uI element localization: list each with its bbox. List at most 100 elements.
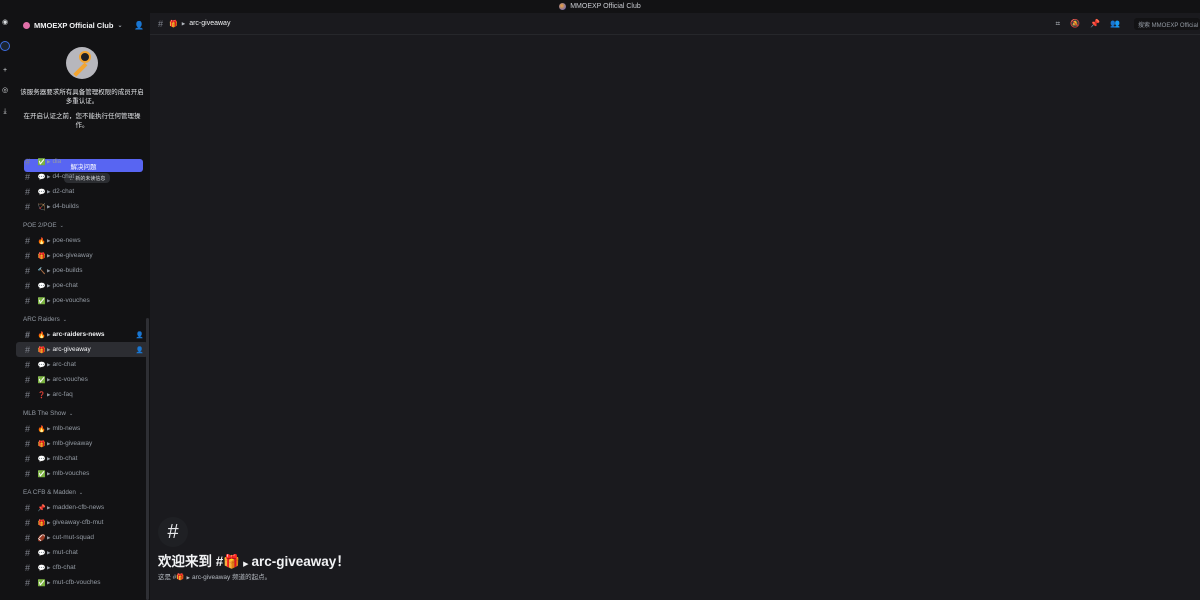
chevron-down-icon: ⌄ [68,410,74,417]
server-header[interactable]: MMOEXP Official Club ⌄ 👤 [14,13,150,37]
add-server-icon[interactable]: + [0,65,10,75]
channel-label: dia [52,158,62,165]
channel-arc-faq[interactable]: # ❓ ▶ arc-faq [16,387,148,402]
notice-text-1: 该服务器要求所有具备管理权限的成员开启多重认证。 [20,89,144,105]
channel-hash-icon: # [25,468,31,479]
channel-label: cfb-chat [52,564,76,571]
mfa-notice: 该服务器要求所有具备管理权限的成员开启多重认证。 在开启认证之前，您不能执行任何… [14,37,150,172]
channel-hash-icon: # [25,329,31,340]
arrow-icon: ▶ [47,470,51,476]
invite-icon[interactable]: 👤 [136,331,144,339]
search-input[interactable]: 搜索 MMOEXP Official C [1134,18,1200,30]
channel-emoji: 🏹 [37,203,46,211]
category-label: ARC Raiders [23,316,60,323]
channel-hash-icon: # [25,201,31,212]
server-avatar-icon [23,21,30,29]
server-icon[interactable] [0,41,10,51]
channel-emoji: 🔥 [37,237,46,245]
key-icon [66,47,98,79]
channel-poe-vouches[interactable]: # ✅ ▶ poe-vouches [16,293,148,308]
channel-mlb-news[interactable]: # 🔥 ▶ mlb-news [16,421,148,436]
channel-poe-giveaway[interactable]: # 🎁 ▶ poe-giveaway [16,248,148,263]
server-name: MMOEXP Official Club [34,20,114,30]
arrow-icon: ▶ [47,252,51,258]
channel-arc-raiders-news[interactable]: # 🔥 ▶ arc-raiders-news 👤 [16,327,148,342]
channel-label: madden-cfb-news [52,504,105,511]
channel-emoji: 🎁 [37,346,46,354]
channel-hash-icon: # [25,562,31,573]
category-header[interactable]: POE 2/POE ⌄ [14,218,150,233]
arrow-icon: ▶ [181,20,186,26]
channel-mlb-chat[interactable]: # 💬 ▶ mlb-chat [16,451,148,466]
arrow-icon: ▶ [47,267,51,273]
channel-emoji: ❓ [37,391,46,399]
app-logo-icon [559,3,567,10]
invite-people-icon[interactable]: 👤 [134,21,144,30]
chevron-down-icon: ⌄ [78,489,84,496]
channel-emoji: ✅ [37,158,46,166]
welcome-hash-icon: # [158,517,188,547]
channel-emoji: 🔥 [37,425,46,433]
arrow-icon: ▶ [47,534,51,540]
channel-poe-news[interactable]: # 🔥 ▶ poe-news [16,233,148,248]
category-header[interactable]: EA CFB & Madden ⌄ [14,485,150,500]
channel-cfb-chat[interactable]: # 💬 ▶ cfb-chat [16,560,148,575]
channel-hash-icon: # [25,250,31,261]
invite-icon[interactable]: 👤 [136,346,144,354]
channel-label: giveaway-cfb-mut [52,519,104,526]
channel-mlb-vouches[interactable]: # ✅ ▶ mlb-vouches [16,466,148,481]
channel-hash-icon: # [25,438,31,449]
channel-giveaway-cfb-mut[interactable]: # 🎁 ▶ giveaway-cfb-mut [16,515,148,530]
welcome-sub-emoji: 🎁 [176,574,185,581]
arrow-icon: ▶ [47,361,51,367]
channel-d4-builds[interactable]: # 🏹 ▶ d4-builds [16,199,148,214]
channel-emoji: 💬 [37,173,46,181]
download-icon[interactable]: ⤓ [0,107,10,117]
channel-emoji: 💬 [37,361,46,369]
channel-label: arc-raiders-news [52,331,105,338]
channel-arc-chat[interactable]: # 💬 ▶ arc-chat [16,357,148,372]
channel-poe-builds[interactable]: # 🔨 ▶ poe-builds [16,263,148,278]
category-header[interactable]: ARC Raiders ⌄ [14,312,150,327]
channel-emoji: 📌 [37,504,46,512]
discord-icon[interactable]: ◉ [0,17,10,27]
channel-mlb-giveaway[interactable]: # 🎁 ▶ mlb-giveaway [16,436,148,451]
channel-poe-chat[interactable]: # 💬 ▶ poe-chat [16,278,148,293]
channel-topbar: # 🎁 ▶ arc-giveaway [150,13,1200,35]
channel-hash-icon: # [25,532,31,543]
welcome-title-emoji: 🎁 [223,554,241,569]
channel-emoji: 💬 [37,455,46,463]
server-rail: ◉ + ◎ ⤓ [0,13,14,600]
channel-label: mlb-vouches [52,470,90,477]
channel-emoji: 🔨 [37,267,46,275]
channel-d4-chat[interactable]: # 💬 ▶ d4-chat [16,169,148,184]
topbar-channel-emoji: 🎁 [169,20,178,28]
sidebar-scrollbar[interactable] [146,318,149,600]
channel-d2-chat[interactable]: # 💬 ▶ d2-chat [16,184,148,199]
channel-arc-giveaway[interactable]: # 🎁 ▶ arc-giveaway 👤 [16,342,148,357]
chevron-down-icon: ⌄ [117,22,123,29]
channel-mut-cfb-vouches[interactable]: # ✅ ▶ mut-cfb-vouches [16,575,148,590]
channel-arc-vouches[interactable]: # ✅ ▶ arc-vouches [16,372,148,387]
threads-icon[interactable]: ⌗ [1056,19,1061,29]
arrow-icon: ▶ [47,237,51,243]
channel-cut-mut-squad[interactable]: # 🏈 ▶ cut-mut-squad [16,530,148,545]
pin-icon[interactable]: 📌 [1090,19,1100,29]
channel-hash-icon: # [25,547,31,558]
arrow-icon: ▶ [47,173,51,179]
arrow-icon: ▶ [186,575,190,580]
members-icon[interactable]: 👥 [1110,19,1120,29]
window-title: MMOEXP Official Club [570,3,641,10]
arrow-icon: ▶ [47,455,51,461]
explore-icon[interactable]: ◎ [0,85,10,95]
arrow-icon: ▶ [47,297,51,303]
arrow-icon: ▶ [47,549,51,555]
mute-icon[interactable]: 🔕 [1070,19,1080,29]
channel-hash-icon: # [25,186,31,197]
channel-madden-cfb-news[interactable]: # 📌 ▶ madden-cfb-news [16,500,148,515]
arrow-icon: ▶ [47,425,51,431]
channel-dia[interactable]: # ✅ ▶ dia ← 新的未读信息 [16,154,148,183]
channel-hash-icon: # [25,577,31,588]
category-header[interactable]: MLB The Show ⌄ [14,406,150,421]
channel-mut-chat[interactable]: # 💬 ▶ mut-chat [16,545,148,560]
